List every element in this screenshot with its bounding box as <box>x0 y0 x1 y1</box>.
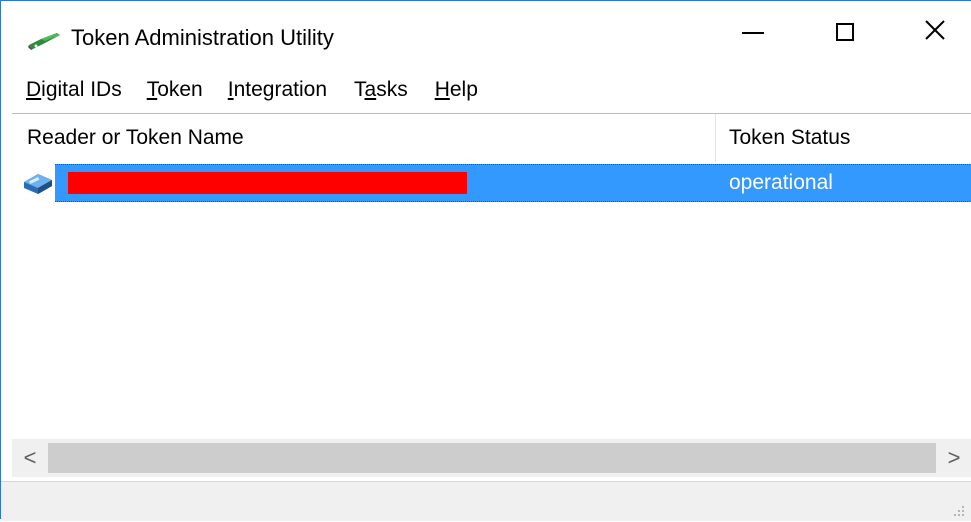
title-bar[interactable]: Token Administration Utility <box>1 1 971 63</box>
close-button[interactable] <box>889 1 971 63</box>
minimize-button[interactable] <box>707 1 799 63</box>
menu-digital-ids[interactable]: Digital IDs <box>26 74 122 106</box>
token-pen-icon <box>27 29 63 51</box>
scroll-right-button[interactable]: > <box>936 439 971 477</box>
close-icon <box>924 19 946 46</box>
window-title: Token Administration Utility <box>71 25 334 50</box>
token-list-view[interactable]: Reader or Token Name Token Status operat… <box>12 113 971 482</box>
status-bar <box>1 481 971 521</box>
list-item[interactable]: operational <box>12 164 971 202</box>
menu-tasks[interactable]: Tasks <box>354 74 408 106</box>
menu-integration[interactable]: Integration <box>228 74 327 106</box>
horizontal-scrollbar[interactable]: < > <box>12 439 971 477</box>
scroll-thumb[interactable] <box>48 443 936 473</box>
resize-grip-icon[interactable] <box>951 503 965 517</box>
column-header-name[interactable]: Reader or Token Name <box>27 114 244 162</box>
maximize-icon <box>836 23 854 41</box>
application-window: Token Administration Utility Digital IDs… <box>0 0 971 521</box>
maximize-button[interactable] <box>799 1 891 63</box>
column-divider[interactable] <box>715 114 716 162</box>
menu-bar: Digital IDs Token Integration Tasks Help <box>1 74 971 106</box>
token-reader-icon <box>20 168 56 196</box>
menu-help[interactable]: Help <box>435 74 478 106</box>
token-status-cell: operational <box>729 171 833 194</box>
minimize-icon <box>742 32 764 34</box>
scroll-left-button[interactable]: < <box>12 439 48 477</box>
menu-token[interactable]: Token <box>147 74 203 106</box>
column-header-status[interactable]: Token Status <box>729 114 850 162</box>
redacted-token-name <box>68 172 467 194</box>
